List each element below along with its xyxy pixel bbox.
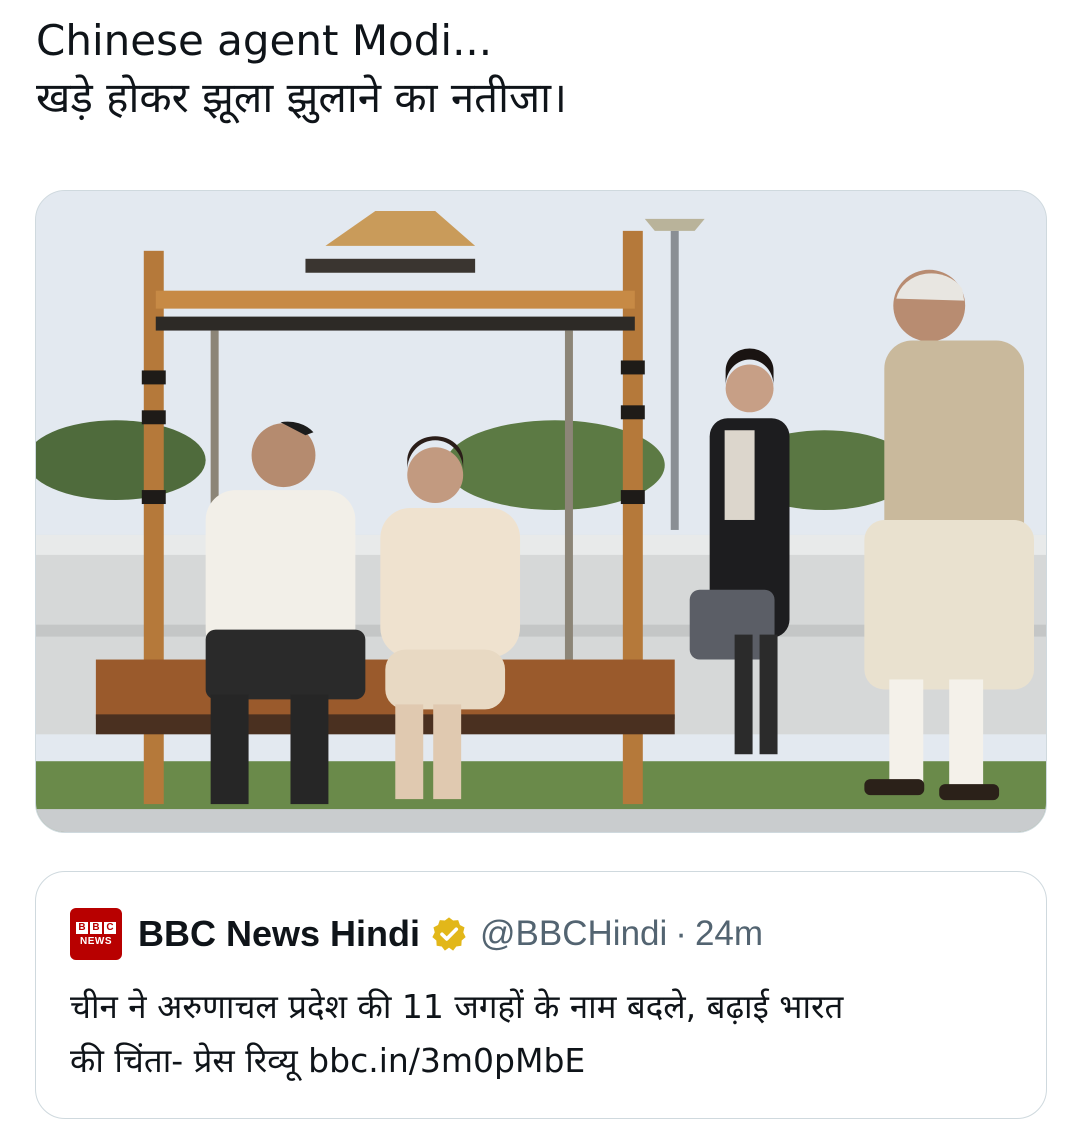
quoted-tweet-text: चीन ने अरुणाचल प्रदेश की 11 जगहों के नाम…: [70, 980, 1030, 1088]
photo-image: [36, 191, 1046, 832]
verified-badge-icon: [432, 917, 466, 951]
bbc-logo-block: B: [90, 921, 102, 934]
tweet-photo[interactable]: [35, 190, 1047, 833]
bbc-logo-block: B: [76, 921, 88, 934]
quoted-tweet-header: B B C NEWS BBC News Hindi @BBCHindi · 24…: [70, 908, 763, 960]
separator-dot: ·: [675, 914, 687, 953]
quoted-link[interactable]: bbc.in/3m0pMbE: [308, 1041, 585, 1080]
bbc-news-logo-avatar[interactable]: B B C NEWS: [70, 908, 122, 960]
quoted-timestamp[interactable]: 24m: [695, 914, 763, 954]
quoted-author-name[interactable]: BBC News Hindi: [138, 913, 420, 955]
quoted-author-handle[interactable]: @BBCHindi: [480, 914, 667, 954]
tweet-text-line-2: खड़े होकर झूला झुलाने का नतीजा।: [36, 73, 567, 122]
quoted-text-line-2: की चिंता- प्रेस रिव्यू bbc.in/3m0pMbE: [70, 1034, 1030, 1088]
quoted-text-line-1: चीन ने अरुणाचल प्रदेश की 11 जगहों के नाम…: [70, 987, 844, 1026]
quoted-text-line-2-prefix: की चिंता- प्रेस रिव्यू: [70, 1041, 309, 1080]
bbc-logo-block: C: [104, 921, 116, 934]
tweet-text-line-1: Chinese agent Modi...: [36, 16, 493, 65]
bbc-logo-text: NEWS: [80, 935, 112, 947]
quoted-tweet[interactable]: B B C NEWS BBC News Hindi @BBCHindi · 24…: [35, 871, 1047, 1119]
tweet-text: Chinese agent Modi... खड़े होकर झूला झुल…: [36, 12, 1036, 126]
bbc-logo-blocks: B B C: [76, 921, 116, 934]
